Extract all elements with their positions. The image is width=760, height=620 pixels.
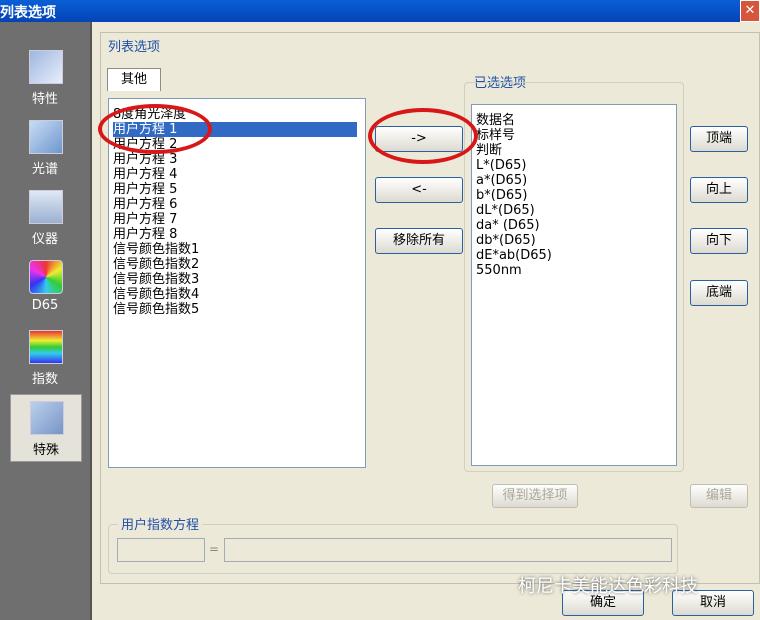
list-item[interactable]: 用户方程 5 bbox=[113, 182, 357, 197]
list-item[interactable]: L*(D65) bbox=[476, 158, 672, 173]
sidebar-item-special[interactable]: 特殊 bbox=[10, 394, 82, 462]
list-item[interactable]: 信号颜色指数4 bbox=[113, 287, 357, 302]
color-wheel-icon bbox=[29, 260, 63, 294]
list-item[interactable]: 信号颜色指数2 bbox=[113, 257, 357, 272]
list-item[interactable]: 信号颜色指数1 bbox=[113, 242, 357, 257]
list-item[interactable]: 用户方程 7 bbox=[113, 212, 357, 227]
sidebar-item-spectrum[interactable]: 光谱 bbox=[10, 114, 80, 180]
remove-button[interactable]: <- bbox=[375, 177, 463, 203]
list-item[interactable]: dE*ab(D65) bbox=[476, 248, 672, 263]
list-item[interactable]: 数据名 bbox=[476, 113, 672, 128]
sidebar: 特性 光谱 仪器 D65 指数 特殊 bbox=[0, 22, 92, 620]
list-item[interactable]: db*(D65) bbox=[476, 233, 672, 248]
highlight-circle-left bbox=[98, 104, 212, 154]
list-item[interactable]: 550nm bbox=[476, 263, 672, 278]
sidebar-item-label: 特性 bbox=[31, 92, 58, 107]
index-icon bbox=[29, 330, 63, 364]
list-item[interactable]: 信号颜色指数3 bbox=[113, 272, 357, 287]
move-down-button[interactable]: 向下 bbox=[690, 228, 748, 254]
group-label: 列表选项 bbox=[108, 40, 161, 55]
special-icon bbox=[30, 401, 64, 435]
sidebar-item-label: 特殊 bbox=[32, 443, 59, 458]
sidebar-item-label: 光谱 bbox=[31, 162, 58, 177]
list-item[interactable]: da* (D65) bbox=[476, 218, 672, 233]
instrument-icon bbox=[29, 190, 63, 224]
list-item[interactable]: 用户方程 3 bbox=[113, 152, 357, 167]
list-item[interactable]: 用户方程 8 bbox=[113, 227, 357, 242]
list-item[interactable]: a*(D65) bbox=[476, 173, 672, 188]
tab-other[interactable]: 其他 bbox=[107, 68, 161, 91]
list-item[interactable]: 信号颜色指数5 bbox=[113, 302, 357, 317]
close-icon[interactable]: ✕ bbox=[740, 0, 760, 22]
title-bar: 列表选项 ✕ bbox=[0, 0, 760, 22]
list-item[interactable]: 用户方程 4 bbox=[113, 167, 357, 182]
properties-icon bbox=[29, 50, 63, 84]
highlight-circle-add bbox=[368, 108, 478, 164]
list-item[interactable]: 标样号 bbox=[476, 128, 672, 143]
list-item[interactable]: 判断 bbox=[476, 143, 672, 158]
edit-button[interactable]: 编辑 bbox=[690, 484, 748, 508]
watermark: 柯尼卡美能达色彩科技 bbox=[518, 576, 698, 597]
user-equation-label: 用户指数方程 bbox=[118, 514, 203, 533]
sidebar-item-instrument[interactable]: 仪器 bbox=[10, 184, 80, 250]
sidebar-item-label: D65 bbox=[31, 298, 59, 313]
list-item[interactable]: b*(D65) bbox=[476, 188, 672, 203]
get-selected-button[interactable]: 得到选择项 bbox=[492, 484, 578, 508]
spectrum-icon bbox=[29, 120, 63, 154]
equation-expression-field[interactable] bbox=[224, 538, 672, 562]
window-title: 列表选项 bbox=[0, 5, 56, 21]
move-top-button[interactable]: 顶端 bbox=[690, 126, 748, 152]
list-item[interactable]: 用户方程 6 bbox=[113, 197, 357, 212]
move-up-button[interactable]: 向上 bbox=[690, 177, 748, 203]
sidebar-item-label: 仪器 bbox=[31, 232, 58, 247]
sidebar-item-index[interactable]: 指数 bbox=[10, 324, 80, 390]
sidebar-item-d65[interactable]: D65 bbox=[10, 254, 80, 320]
sidebar-item-label: 指数 bbox=[31, 372, 58, 387]
equation-name-field[interactable] bbox=[117, 538, 205, 562]
move-bottom-button[interactable]: 底端 bbox=[690, 280, 748, 306]
list-item[interactable]: dL*(D65) bbox=[476, 203, 672, 218]
remove-all-button[interactable]: 移除所有 bbox=[375, 228, 463, 254]
equals-sign: = bbox=[209, 542, 220, 556]
sidebar-item-properties[interactable]: 特性 bbox=[10, 44, 80, 110]
selected-options-list[interactable]: 数据名 标样号 判断 L*(D65) a*(D65) b*(D65) dL*(D65) da*… bbox=[471, 104, 677, 466]
